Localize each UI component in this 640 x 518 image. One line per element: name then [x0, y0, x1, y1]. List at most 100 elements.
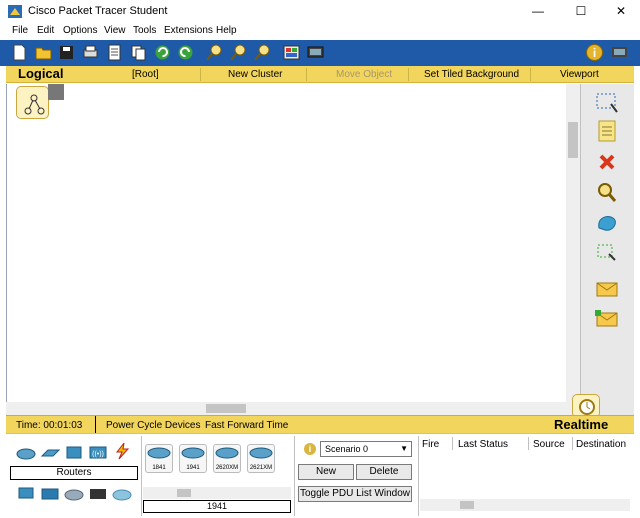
routers-icon[interactable]	[16, 444, 36, 460]
divider	[530, 68, 531, 81]
scenario-value: Scenario 0	[325, 444, 369, 454]
divider	[200, 68, 201, 81]
router-icon	[181, 447, 205, 459]
hubs-icon[interactable]	[64, 444, 84, 460]
scroll-thumb[interactable]	[206, 404, 246, 413]
close-button[interactable]: ✕	[613, 3, 629, 19]
window-title: Cisco Packet Tracer Student	[28, 5, 168, 17]
delete-icon[interactable]	[593, 150, 621, 176]
title-bar: Cisco Packet Tracer Student — ☐ ✕	[0, 0, 640, 23]
packet-tracer-app-icon	[8, 5, 22, 18]
scenario-select[interactable]: Scenario 0 ▼	[320, 441, 412, 457]
info-icon[interactable]: i	[304, 443, 316, 455]
selected-device-name: 1941	[143, 500, 291, 513]
root-breadcrumb[interactable]: [Root]	[132, 69, 159, 80]
menu-help[interactable]: Help	[216, 25, 237, 36]
router-icon	[147, 447, 171, 459]
svg-text:((•)): ((•))	[92, 451, 104, 458]
cluster-thumbnail-icon	[48, 84, 64, 100]
logical-workspace-canvas[interactable]	[6, 84, 580, 414]
custom-device-icon[interactable]	[306, 43, 325, 62]
viewport-button[interactable]: Viewport	[560, 69, 599, 80]
redo-icon[interactable]	[176, 43, 195, 62]
zoom-out-icon[interactable]	[253, 43, 272, 62]
select-icon[interactable]	[593, 90, 621, 116]
canvas-horizontal-scrollbar[interactable]	[6, 402, 580, 415]
wireless-icon[interactable]: ((•))	[88, 444, 108, 460]
menu-extensions[interactable]: Extensions	[164, 25, 213, 36]
minimize-button[interactable]: —	[530, 3, 546, 19]
device-list-scrollbar[interactable]	[143, 487, 291, 499]
palette-icon[interactable]	[282, 43, 301, 62]
new-cluster-button[interactable]: New Cluster	[228, 69, 282, 80]
new-scenario-button[interactable]: New	[298, 464, 354, 480]
device-label: 2621XM	[249, 465, 273, 471]
menu-bar: File Edit Options View Tools Extensions …	[0, 23, 640, 40]
undo-icon[interactable]	[153, 43, 172, 62]
note-icon[interactable]	[593, 118, 621, 144]
scroll-thumb[interactable]	[177, 489, 191, 497]
device-2620xm[interactable]: 2620XM	[213, 444, 241, 473]
new-file-icon[interactable]	[10, 43, 29, 62]
wan-emulation-icon[interactable]	[40, 486, 60, 502]
inspect-icon[interactable]	[593, 180, 621, 206]
open-folder-icon[interactable]	[34, 43, 53, 62]
multiuser-icon[interactable]	[88, 486, 108, 502]
fast-forward-time-button[interactable]: Fast Forward Time	[205, 420, 288, 431]
divider	[528, 437, 529, 450]
logical-view-badge[interactable]	[16, 86, 49, 119]
device-label: 1841	[152, 465, 166, 471]
move-object-button[interactable]: Move Object	[336, 69, 392, 80]
draw-shape-icon[interactable]	[593, 210, 621, 236]
pdu-list-scrollbar[interactable]	[420, 499, 630, 511]
resize-shape-icon[interactable]	[593, 240, 621, 266]
menu-file[interactable]: File	[12, 25, 28, 36]
maximize-button[interactable]: ☐	[573, 3, 589, 19]
add-complex-pdu-icon[interactable]	[593, 306, 621, 332]
zoom-in-icon[interactable]	[205, 43, 224, 62]
menu-view[interactable]: View	[104, 25, 126, 36]
security-icon[interactable]	[112, 486, 132, 502]
add-simple-pdu-icon[interactable]	[593, 276, 621, 302]
activity-wizard-icon[interactable]	[105, 43, 124, 62]
menu-edit[interactable]: Edit	[37, 25, 54, 36]
device-2621xm[interactable]: 2621XM	[247, 444, 275, 473]
scroll-thumb[interactable]	[460, 501, 474, 509]
delete-scenario-button[interactable]: Delete	[356, 464, 412, 480]
device-label: 1941	[186, 465, 200, 471]
set-tiled-background-button[interactable]: Set Tiled Background	[424, 69, 519, 80]
common-tools-panel	[580, 84, 634, 422]
realtime-mode-label[interactable]: Realtime	[554, 417, 608, 432]
toggle-pdu-list-button[interactable]: Toggle PDU List Window	[298, 486, 412, 502]
help-icon[interactable]: i	[585, 43, 604, 62]
network-info-icon[interactable]	[610, 43, 629, 62]
divider	[306, 68, 307, 81]
divider	[408, 68, 409, 81]
end-devices-icon[interactable]	[16, 486, 36, 502]
print-icon[interactable]	[81, 43, 100, 62]
chevron-down-icon: ▼	[400, 444, 408, 453]
divider	[452, 437, 453, 450]
column-header-destination: Destination	[576, 439, 627, 450]
logical-mode-label[interactable]: Logical	[18, 66, 64, 81]
column-header-last-status: Last Status	[458, 439, 509, 450]
main-toolbar: i	[0, 40, 640, 66]
menu-options[interactable]: Options	[63, 25, 97, 36]
power-cycle-devices-button[interactable]: Power Cycle Devices	[106, 420, 200, 431]
copy-icon[interactable]	[129, 43, 148, 62]
router-icon	[249, 447, 273, 459]
device-1841[interactable]: 1841	[145, 444, 173, 473]
save-icon[interactable]	[57, 43, 76, 62]
workspace-bar: Logical [Root] New Cluster Move Object S…	[6, 66, 634, 83]
switches-icon[interactable]	[40, 444, 60, 460]
canvas-vertical-scrollbar[interactable]	[566, 84, 580, 402]
menu-tools[interactable]: Tools	[133, 25, 156, 36]
connections-icon[interactable]	[112, 442, 132, 460]
device-category-label: Routers	[10, 466, 138, 480]
custom-devices-icon[interactable]	[64, 486, 84, 502]
zoom-reset-icon[interactable]	[229, 43, 248, 62]
device-1941[interactable]: 1941	[179, 444, 207, 473]
svg-text:i: i	[593, 46, 596, 60]
scroll-thumb[interactable]	[568, 122, 578, 158]
column-header-source: Source	[533, 439, 565, 450]
